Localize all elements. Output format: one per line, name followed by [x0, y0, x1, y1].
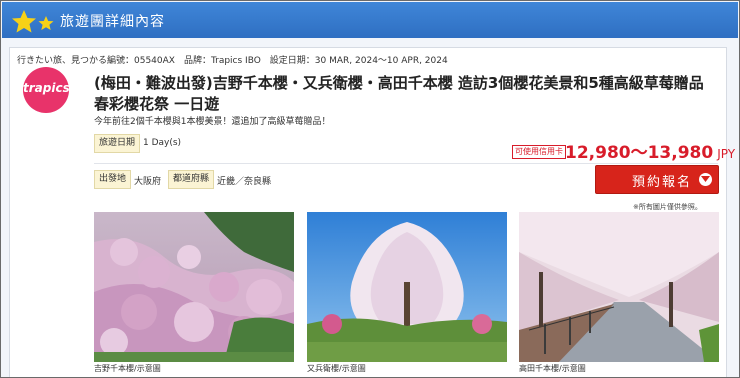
stars-icon: [12, 10, 54, 33]
photo-takada: [519, 212, 719, 362]
tour-title-line1: (梅田・難波出發)吉野千本櫻・又兵衛櫻・高田千本櫻 造訪3個櫻花美景和5種高級草…: [94, 74, 704, 92]
price-range: 12,980～13,980: [565, 143, 714, 163]
book-button-label: 預約報名: [632, 175, 693, 190]
price-currency: JPY: [717, 147, 736, 161]
visit-value: 近畿／奈良縣: [217, 177, 272, 187]
credit-card-badge: 可使用信用卡: [512, 145, 566, 159]
photo-caption-yoshino: 吉野千本櫻/示意圖: [94, 364, 161, 373]
page-frame: 旅遊團詳細內容 行きたい旅、見つかる編號：05540AX 品牌：Trapics …: [0, 0, 740, 378]
duration-value: 1 Day(s): [143, 138, 182, 148]
tour-subtitle: 今年前往2個千本櫻與1本櫻美景！還追加了高級草莓贈品！: [94, 117, 331, 127]
departure-label: 出發地: [94, 170, 132, 189]
header-bar: 旅遊團詳細內容: [2, 2, 738, 38]
photo-caption-matabei: 又兵衛櫻/示意圖: [307, 364, 366, 373]
tour-title-line2: 春彩櫻花祭 一日遊: [94, 95, 220, 113]
photo-matabei: [307, 212, 507, 362]
departure-value: 大阪府: [134, 177, 162, 187]
tour-meta: 行きたい旅、見つかる編號：05540AX 品牌：Trapics IBO 設定日期…: [17, 56, 448, 66]
book-button[interactable]: 預約報名: [595, 165, 719, 194]
photo-yoshino: [94, 212, 294, 362]
photo-note: ※所有圖片僅供參照。: [633, 203, 702, 211]
brand-logo: trapics: [23, 67, 70, 113]
price: 12,980～13,980 JPY: [565, 138, 735, 163]
chevron-down-icon: [699, 173, 712, 186]
photo-caption-takada: 高田千本櫻/示意圖: [519, 364, 586, 373]
divider: [94, 163, 718, 164]
duration-label: 旅遊日期: [94, 134, 141, 153]
brand-logo-text: trapics: [23, 81, 70, 95]
visit-label: 都道府縣: [168, 170, 215, 189]
page-title: 旅遊團詳細內容: [60, 14, 165, 30]
